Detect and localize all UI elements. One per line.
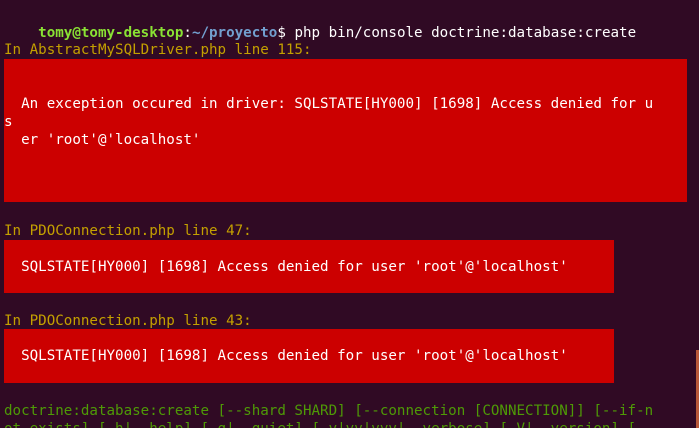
error-location-3: In PDOConnection.php line 43: (4, 313, 252, 329)
error-message-2: SQLSTATE[HY000] [1698] Access denied for… (4, 259, 568, 275)
error-location-1: In AbstractMySQLDriver.php line 115: (4, 42, 312, 58)
usage-line-1: doctrine:database:create [--shard SHARD]… (4, 403, 654, 419)
error-message-3: SQLSTATE[HY000] [1698] Access denied for… (4, 348, 568, 364)
error-message-1-wrap: s (4, 114, 13, 130)
prompt-command: php bin/console doctrine:database:create (285, 25, 637, 41)
error-location-2: In PDOConnection.php line 47: (4, 223, 252, 239)
prompt-user-host: tomy@tomy-desktop (38, 25, 184, 41)
error-message-1-line2: er 'root'@'localhost' (4, 132, 201, 148)
terminal-window[interactable]: tomy@tomy-desktop:~/proyecto$ php bin/co… (0, 0, 699, 428)
prompt-symbol: $ (277, 25, 286, 41)
error-message-1-line1: An exception occured in driver: SQLSTATE… (4, 96, 654, 112)
usage-line-2: ot-exists] [-h|--help] [-q|--quiet] [-v|… (4, 420, 636, 428)
command-prompt-line: tomy@tomy-desktop:~/proyecto$ php bin/co… (4, 6, 636, 41)
prompt-path: ~/proyecto (191, 25, 278, 41)
prompt-colon: : (183, 25, 192, 41)
